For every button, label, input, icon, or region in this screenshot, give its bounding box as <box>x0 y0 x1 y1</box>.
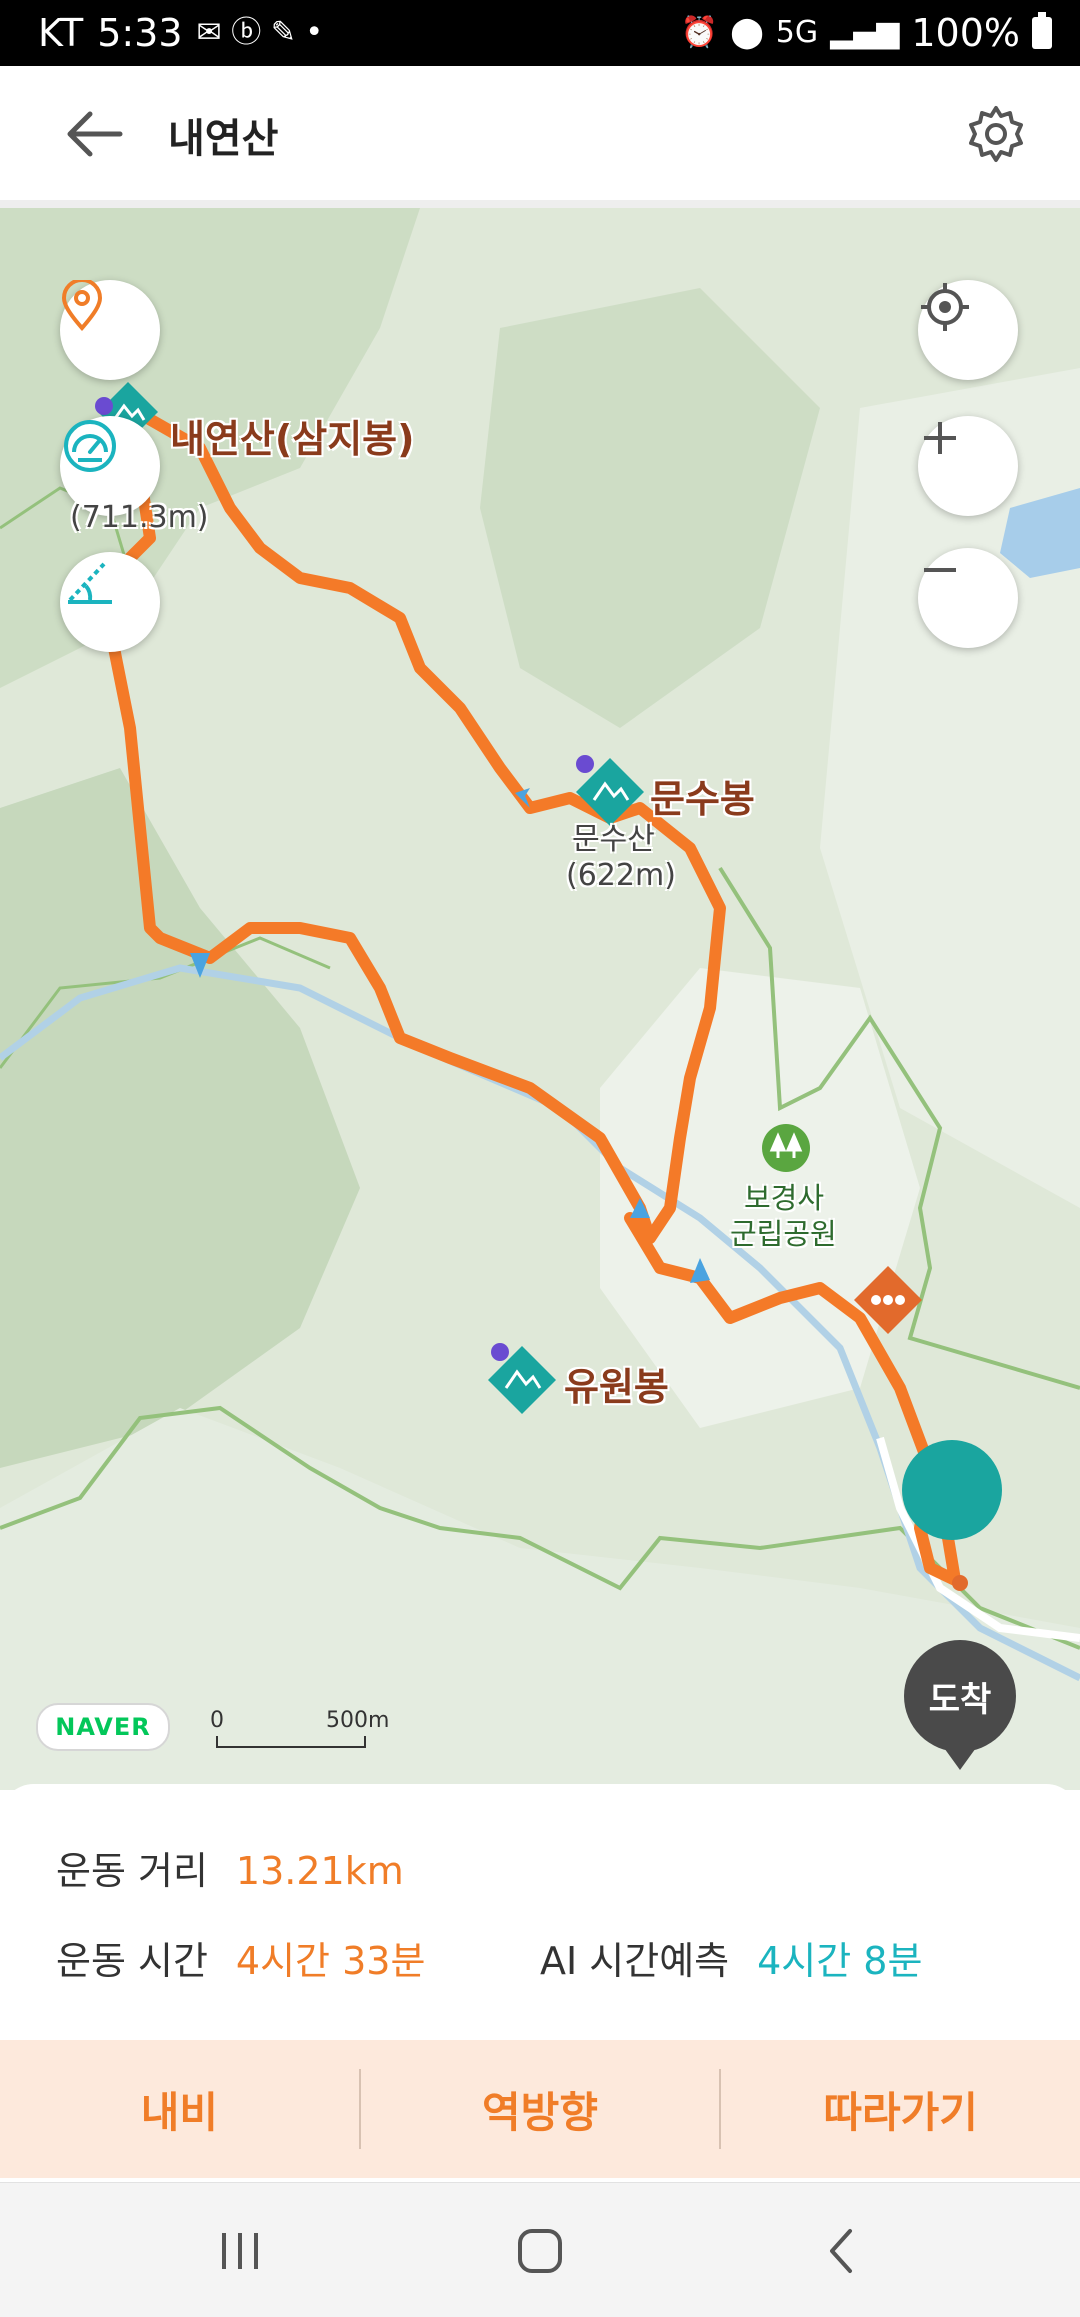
settings-button[interactable] <box>966 104 1026 164</box>
time-label: 운동 시간 <box>56 1939 208 1983</box>
minus-icon <box>924 568 956 572</box>
zoom-in-button[interactable] <box>918 416 1018 516</box>
route-info-sheet: 운동 거리 13.21km 운동 시간 4시간 33분 AI 시간예측 4시간 8분 <box>0 1784 1080 2040</box>
crosshair-icon <box>921 283 969 331</box>
peak-label: 유원봉 <box>564 1365 669 1409</box>
home-button[interactable] <box>510 2223 570 2279</box>
notification-icons: ✉ ⓑ ✎ • <box>196 15 324 50</box>
system-nav-bar <box>0 2182 1080 2317</box>
park-label-line2: 군립공원 <box>730 1217 837 1251</box>
alarm-icon: ⏰ <box>680 15 719 50</box>
reverse-button[interactable]: 역방향 <box>361 2079 720 2140</box>
location-icon: ⬤ <box>730 15 764 50</box>
park-label-line1: 보경사 <box>744 1181 825 1215</box>
peak-elevation: (711.3m) <box>70 500 209 535</box>
ai-estimate-row: AI 시간예측 4시간 8분 <box>540 1930 922 1985</box>
location-pin-icon <box>61 280 103 332</box>
header-divider <box>0 200 1080 208</box>
battery-text: 100% <box>911 11 1020 55</box>
battery-icon <box>1032 12 1052 49</box>
action-bar: 내비 역방향 따라가기 <box>0 2040 1080 2178</box>
system-back-button[interactable] <box>812 2223 872 2279</box>
park-marker <box>762 1124 810 1172</box>
map-view[interactable]: 내연산(삼지봉) (711.3m) 문수봉 문수산 (622m) 유원봉 보경사… <box>0 208 1080 1790</box>
peak-sub-label: 문수산 <box>572 822 655 857</box>
status-bar: KT 5:33 ✉ ⓑ ✎ • ⏰ ⬤ 5G ▂▄▆ 100% <box>0 0 1080 66</box>
ai-estimate-value: 4시간 8분 <box>757 1939 923 1983</box>
place-marker-button[interactable] <box>60 280 160 380</box>
speedometer-icon <box>64 420 116 472</box>
scale-bar <box>216 1736 366 1748</box>
peak-label: 내연산(삼지봉) <box>170 417 415 461</box>
elevation-icon <box>68 562 112 604</box>
arrival-marker-tail <box>934 1734 986 1770</box>
app-bar: 내연산 <box>0 66 1080 202</box>
signal-icon: ▂▄▆ <box>830 15 900 50</box>
distance-label: 운동 거리 <box>56 1849 208 1893</box>
clock-text: 5:33 <box>97 11 183 55</box>
distance-row: 운동 거리 13.21km <box>56 1840 404 1895</box>
back-button[interactable] <box>60 106 130 162</box>
time-value: 4시간 33분 <box>235 1939 426 1983</box>
peak-label: 문수봉 <box>650 777 755 821</box>
ai-estimate-label: AI 시간예측 <box>540 1939 730 1983</box>
time-row: 운동 시간 4시간 33분 <box>56 1930 425 1985</box>
peak-elevation: (622m) <box>566 858 676 893</box>
home-icon <box>518 2229 562 2273</box>
chevron-left-icon <box>830 2229 852 2273</box>
back-arrow-icon <box>67 111 123 157</box>
page-title: 내연산 <box>168 116 279 162</box>
navi-button[interactable]: 내비 <box>0 2079 359 2140</box>
distance-value: 13.21km <box>235 1849 404 1893</box>
plus-icon <box>924 422 956 454</box>
gear-icon <box>969 106 1023 162</box>
elevation-button[interactable] <box>60 552 160 652</box>
naver-logo: NAVER <box>36 1703 170 1751</box>
carrier-text: KT <box>38 11 84 55</box>
scale-start-label: 0 <box>210 1708 224 1733</box>
recent-apps-icon <box>222 2233 258 2269</box>
follow-button[interactable]: 따라가기 <box>721 2079 1080 2140</box>
recent-apps-button[interactable] <box>210 2223 270 2279</box>
my-location-button[interactable] <box>918 280 1018 380</box>
scale-end-label: 500m <box>326 1708 390 1733</box>
zoom-out-button[interactable] <box>918 548 1018 648</box>
network-icon: 5G <box>775 15 819 50</box>
